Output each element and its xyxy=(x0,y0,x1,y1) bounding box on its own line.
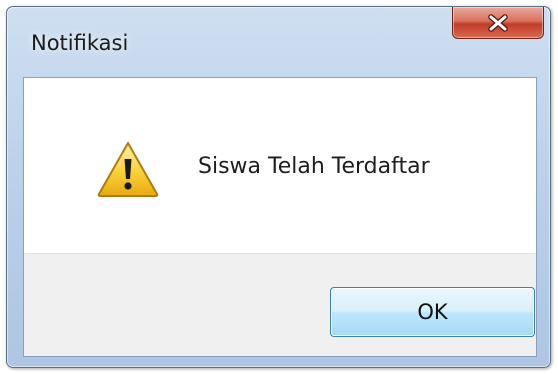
dialog-title: Notifikasi xyxy=(31,31,129,55)
ok-button[interactable]: OK xyxy=(330,287,535,337)
dialog-body: Siswa Telah Terdaftar OK xyxy=(23,77,537,357)
notification-dialog: Notifikasi Siswa Telah Terdaftar OK xyxy=(6,6,551,368)
message-area: Siswa Telah Terdaftar xyxy=(24,78,536,253)
button-bar: OK xyxy=(24,253,536,356)
warning-icon xyxy=(96,140,160,198)
close-button[interactable] xyxy=(452,7,544,39)
close-x-icon xyxy=(487,13,509,32)
dialog-message: Siswa Telah Terdaftar xyxy=(198,154,430,179)
